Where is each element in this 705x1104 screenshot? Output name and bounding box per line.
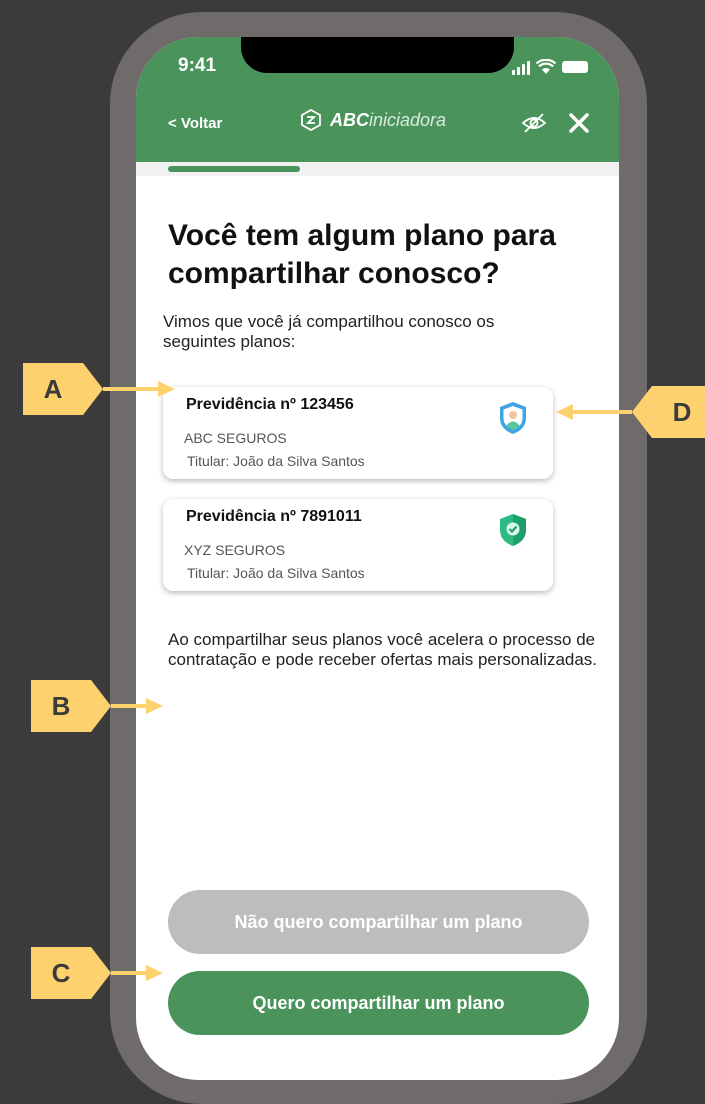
plan-company: XYZ SEGUROS: [184, 542, 286, 558]
arrow-right-icon: [83, 363, 175, 415]
plan-title: Previdência nº 7891011: [186, 508, 362, 525]
brand-name-strong: ABC: [330, 109, 369, 130]
page-subtitle: Vimos que você já compartilhou conosco o…: [163, 312, 495, 351]
progress-fill: [168, 166, 300, 172]
annotation-label-c: C: [31, 947, 91, 999]
status-icons: [512, 59, 592, 75]
plan-holder: Titular: João da Silva Santos: [187, 565, 365, 581]
plan-title: Previdência nº 123456: [186, 396, 354, 413]
annotation-label-b: B: [31, 680, 91, 732]
page-title: Você tem algum plano para compartilhar c…: [168, 219, 556, 290]
brand-mark-icon: [301, 109, 321, 131]
arrow-right-icon: [91, 947, 163, 999]
eye-off-icon[interactable]: [521, 112, 547, 134]
battery-icon: [562, 61, 588, 73]
status-time: 9:41: [178, 55, 217, 76]
progress-bar: [136, 162, 619, 176]
app-header: 9:41 < Voltar ABC iniciadora: [136, 37, 619, 162]
shield-person-icon: [500, 402, 526, 434]
wifi-icon: [536, 59, 556, 74]
annotation-label-a: A: [23, 363, 83, 415]
brand-logo: ABC iniciadora: [300, 109, 446, 131]
annotation-label-d: D: [652, 386, 705, 438]
phone-notch: [241, 37, 514, 73]
back-button[interactable]: < Voltar: [168, 115, 222, 132]
info-text: Ao compartilhar seus planos você acelera…: [168, 630, 598, 669]
decline-share-button[interactable]: Não quero compartilhar um plano: [168, 890, 589, 954]
close-icon[interactable]: [567, 111, 591, 135]
accept-share-button[interactable]: Quero compartilhar um plano: [168, 971, 589, 1035]
shield-check-icon: [500, 514, 526, 546]
plan-card[interactable]: Previdência nº 7891011 XYZ SEGUROS Titul…: [163, 499, 553, 591]
phone-screen: 9:41 < Voltar ABC iniciadora Você tem al…: [136, 37, 619, 1080]
plan-card[interactable]: Previdência nº 123456 ABC SEGUROS Titula…: [163, 387, 553, 479]
brand-name-light: iniciadora: [369, 109, 447, 130]
plan-company: ABC SEGUROS: [184, 430, 287, 446]
arrow-left-icon: [556, 386, 652, 438]
plan-holder: Titular: João da Silva Santos: [187, 453, 365, 469]
arrow-right-icon: [91, 680, 163, 732]
